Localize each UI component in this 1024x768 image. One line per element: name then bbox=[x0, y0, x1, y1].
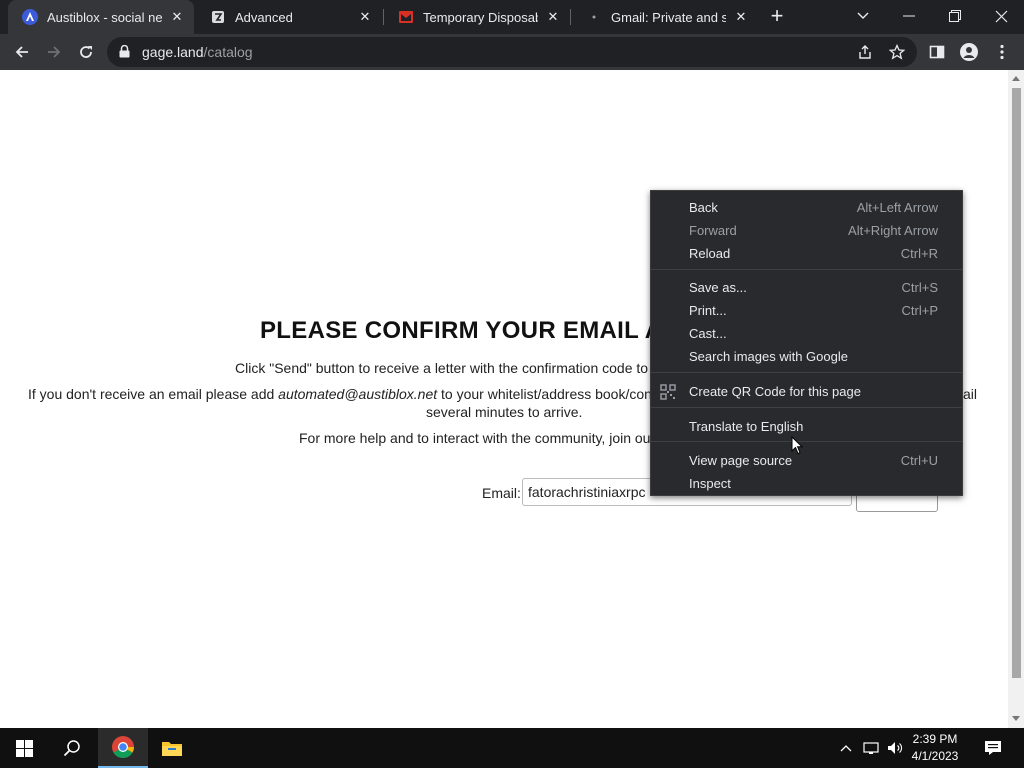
tab-strip: Austiblox - social netw ✕ Advanced ✕ Tem… bbox=[0, 0, 1024, 34]
menu-item-shortcut: Ctrl+R bbox=[900, 246, 938, 261]
whitelist-text: If you don't receive an email please add… bbox=[28, 386, 656, 402]
menu-item-save-as[interactable]: Save as... Ctrl+S bbox=[651, 276, 962, 299]
url-path: /catalog bbox=[203, 44, 253, 60]
windows-start-icon[interactable] bbox=[0, 728, 48, 768]
menu-item-label: Create QR Code for this page bbox=[689, 384, 861, 399]
context-menu: Back Alt+Left Arrow Forward Alt+Right Ar… bbox=[650, 190, 963, 496]
menu-item-label: Inspect bbox=[689, 476, 731, 491]
side-panel-icon[interactable] bbox=[923, 38, 951, 66]
close-tab-icon[interactable]: ✕ bbox=[732, 8, 750, 26]
forward-arrow-icon[interactable] bbox=[40, 38, 68, 66]
tab-title: Advanced bbox=[235, 9, 293, 25]
scroll-thumb[interactable] bbox=[1012, 88, 1021, 678]
page-scrollbar[interactable] bbox=[1008, 70, 1024, 728]
menu-item-shortcut: Ctrl+S bbox=[901, 280, 938, 295]
menu-item-view-source[interactable]: View page source Ctrl+U bbox=[651, 449, 962, 472]
close-tab-icon[interactable]: ✕ bbox=[356, 8, 374, 26]
clock-time: 2:39 PM bbox=[912, 732, 958, 746]
scroll-up-arrow-icon[interactable] bbox=[1012, 76, 1020, 81]
share-icon[interactable] bbox=[851, 38, 879, 66]
whitelist-suffix: to your whitelist/address book/cont bbox=[437, 386, 656, 402]
menu-item-label: Reload bbox=[689, 246, 731, 261]
menu-item-inspect[interactable]: Inspect bbox=[651, 472, 962, 495]
menu-item-label: Back bbox=[689, 200, 718, 215]
menu-item-label: Print... bbox=[689, 303, 727, 318]
taskbar-clock[interactable]: 2:39 PM 4/1/2023 bbox=[905, 731, 965, 765]
whitelist-text-tail: ail bbox=[963, 386, 978, 402]
menu-item-label: View page source bbox=[689, 453, 793, 468]
clock-date: 4/1/2023 bbox=[911, 749, 959, 763]
chrome-taskbar-icon[interactable] bbox=[98, 728, 148, 768]
tab-title: Gmail: Private and secu bbox=[611, 9, 726, 25]
gmail-logo-icon bbox=[586, 9, 602, 25]
back-arrow-icon[interactable] bbox=[8, 38, 36, 66]
url-host: gage.land bbox=[142, 44, 204, 60]
notifications-icon[interactable] bbox=[978, 728, 1008, 768]
close-window-icon[interactable] bbox=[978, 0, 1024, 32]
tab-gmail[interactable]: Gmail: Private and secu ✕ bbox=[572, 0, 758, 34]
tab-separator bbox=[570, 9, 571, 25]
lock-icon[interactable] bbox=[119, 44, 130, 63]
browser-toolbar: gage.land/catalog bbox=[0, 34, 1024, 70]
profile-avatar-icon[interactable] bbox=[955, 38, 983, 66]
search-icon[interactable] bbox=[48, 728, 96, 768]
instruction-text: Click "Send" button to receive a letter … bbox=[235, 360, 649, 376]
menu-item-reload[interactable]: Reload Ctrl+R bbox=[651, 242, 962, 265]
advanced-logo-icon bbox=[210, 9, 226, 25]
menu-separator bbox=[651, 407, 962, 408]
menu-item-translate[interactable]: Translate to English bbox=[651, 415, 962, 438]
menu-item-shortcut: Alt+Left Arrow bbox=[856, 200, 938, 215]
mail-logo-icon bbox=[398, 9, 414, 25]
new-tab-button[interactable]: + bbox=[765, 5, 789, 29]
scroll-down-arrow-icon[interactable] bbox=[1012, 716, 1020, 721]
tab-advanced[interactable]: Advanced ✕ bbox=[196, 0, 382, 34]
tab-austiblox[interactable]: Austiblox - social netw ✕ bbox=[8, 0, 194, 34]
tab-title: Temporary Disposable bbox=[423, 9, 538, 25]
menu-item-label: Cast... bbox=[689, 326, 727, 341]
menu-item-label: Translate to English bbox=[689, 419, 804, 434]
show-hidden-icons-icon[interactable] bbox=[836, 728, 856, 768]
reload-icon[interactable] bbox=[72, 38, 100, 66]
whitelist-prefix: If you don't receive an email please add bbox=[28, 386, 279, 402]
menu-item-cast[interactable]: Cast... bbox=[651, 322, 962, 345]
tab-temporary-disposable[interactable]: Temporary Disposable ✕ bbox=[384, 0, 570, 34]
menu-item-search-images[interactable]: Search images with Google bbox=[651, 345, 962, 368]
taskbar: 2:39 PM 4/1/2023 bbox=[0, 728, 1024, 768]
file-explorer-icon[interactable] bbox=[148, 728, 196, 768]
arrival-text: several minutes to arrive. bbox=[426, 404, 583, 420]
menu-item-create-qr-code[interactable]: Create QR Code for this page bbox=[651, 380, 962, 403]
network-icon[interactable] bbox=[860, 728, 882, 768]
menu-item-shortcut: Ctrl+P bbox=[901, 303, 938, 318]
menu-separator bbox=[651, 372, 962, 373]
close-tab-icon[interactable]: ✕ bbox=[544, 8, 562, 26]
url-text: gage.land/catalog bbox=[142, 44, 253, 60]
menu-item-back[interactable]: Back Alt+Left Arrow bbox=[651, 196, 962, 219]
bookmark-star-icon[interactable] bbox=[883, 38, 911, 66]
tab-title: Austiblox - social netw bbox=[47, 9, 162, 25]
qr-code-icon bbox=[660, 384, 676, 400]
mouse-cursor-icon bbox=[791, 435, 804, 455]
close-tab-icon[interactable]: ✕ bbox=[168, 8, 186, 26]
menu-item-shortcut: Alt+Right Arrow bbox=[848, 223, 938, 238]
restore-icon[interactable] bbox=[932, 0, 978, 32]
menu-separator bbox=[651, 441, 962, 442]
austiblox-logo-icon bbox=[22, 9, 38, 25]
menu-item-forward[interactable]: Forward Alt+Right Arrow bbox=[651, 219, 962, 242]
sender-email: automated@austiblox.net bbox=[278, 386, 438, 402]
tab-search-icon[interactable] bbox=[840, 0, 886, 32]
email-label: Email: bbox=[482, 485, 521, 501]
minimize-icon[interactable] bbox=[886, 0, 932, 32]
volume-icon[interactable] bbox=[884, 728, 906, 768]
menu-item-label: Search images with Google bbox=[689, 349, 848, 364]
page-title: PLEASE CONFIRM YOUR EMAIL AD bbox=[260, 317, 680, 344]
menu-separator bbox=[651, 269, 962, 270]
menu-item-print[interactable]: Print... Ctrl+P bbox=[651, 299, 962, 322]
more-menu-icon[interactable] bbox=[988, 38, 1016, 66]
menu-item-label: Forward bbox=[689, 223, 737, 238]
menu-item-label: Save as... bbox=[689, 280, 747, 295]
menu-item-shortcut: Ctrl+U bbox=[900, 453, 938, 468]
community-text: For more help and to interact with the c… bbox=[299, 430, 651, 446]
address-bar[interactable]: gage.land/catalog bbox=[107, 37, 917, 67]
